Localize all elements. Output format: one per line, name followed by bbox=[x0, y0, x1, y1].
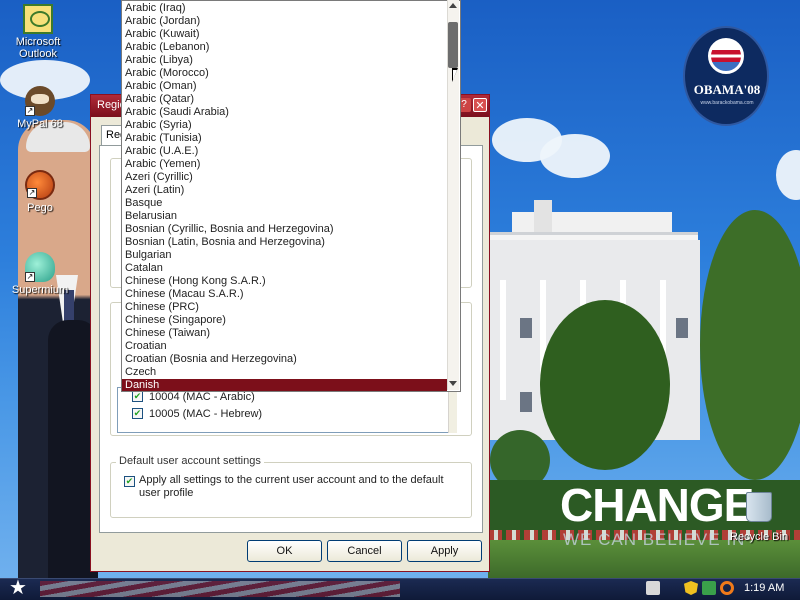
keyboard-icon[interactable] bbox=[646, 581, 660, 595]
list-item[interactable]: Basque bbox=[122, 197, 447, 210]
list-item[interactable]: Chinese (Taiwan) bbox=[122, 327, 447, 340]
white-house-window bbox=[520, 392, 532, 412]
list-item[interactable]: Arabic (Libya) bbox=[122, 54, 447, 67]
code-page-label: 10005 (MAC - Hebrew) bbox=[149, 407, 263, 420]
code-page-scrollbar[interactable] bbox=[448, 387, 457, 433]
list-item[interactable]: Azeri (Cyrillic) bbox=[122, 171, 447, 184]
list-item[interactable]: Chinese (Hong Kong S.A.R.) bbox=[122, 275, 447, 288]
list-item[interactable]: Chinese (Singapore) bbox=[122, 314, 447, 327]
cancel-button[interactable]: Cancel bbox=[327, 540, 402, 562]
list-item[interactable]: ✔ 10005 (MAC - Hebrew) bbox=[118, 405, 456, 422]
desktop-icon-outlook[interactable]: Microsoft Outlook bbox=[6, 4, 70, 60]
cloud bbox=[776, 150, 800, 200]
list-item[interactable]: Arabic (Qatar) bbox=[122, 93, 447, 106]
list-item[interactable]: Bosnian (Latin, Bosnia and Herzegovina) bbox=[122, 236, 447, 249]
list-item[interactable]: Arabic (Lebanon) bbox=[122, 41, 447, 54]
pego-icon: ↗ bbox=[25, 170, 55, 200]
list-item[interactable]: Bulgarian bbox=[122, 249, 447, 262]
list-item[interactable]: Chinese (PRC) bbox=[122, 301, 447, 314]
code-page-list[interactable]: ✔ 10004 (MAC - Arabic) ✔ 10005 (MAC - He… bbox=[117, 387, 457, 433]
list-item[interactable]: Arabic (U.A.E.) bbox=[122, 145, 447, 158]
list-item[interactable]: Arabic (Syria) bbox=[122, 119, 447, 132]
cloud bbox=[540, 134, 610, 178]
outlook-icon bbox=[23, 4, 53, 34]
white-house-column bbox=[500, 280, 506, 400]
change-tagline: WE CAN BELIEVE IN bbox=[563, 530, 746, 549]
obama-logo-url: www.barackobama.com bbox=[700, 100, 754, 106]
tree bbox=[540, 300, 670, 470]
recycle-bin-label[interactable]: Recycle Bin bbox=[730, 531, 788, 543]
language-dropdown-list[interactable]: Arabic (Iraq) Arabic (Jordan) Arabic (Ku… bbox=[121, 0, 461, 392]
desktop-icon-mypal[interactable]: ↗ MyPal 68 bbox=[8, 86, 72, 130]
list-item[interactable]: Czech bbox=[122, 366, 447, 379]
list-item[interactable]: Arabic (Tunisia) bbox=[122, 132, 447, 145]
white-house-window bbox=[676, 318, 688, 338]
list-item[interactable]: Arabic (Morocco) bbox=[122, 67, 447, 80]
apply-button[interactable]: Apply bbox=[407, 540, 482, 562]
clock[interactable]: 1:19 AM bbox=[744, 582, 784, 594]
list-item[interactable]: Croatian bbox=[122, 340, 447, 353]
desktop-icon-supermium[interactable]: ↗ Supermium bbox=[8, 252, 72, 296]
list-item[interactable]: Azeri (Latin) bbox=[122, 184, 447, 197]
desktop-icon-label: Microsoft Outlook bbox=[15, 36, 61, 60]
desktop-icon-label: MyPal 68 bbox=[17, 118, 63, 130]
list-item[interactable]: Croatian (Bosnia and Herzegovina) bbox=[122, 353, 447, 366]
shortcut-arrow-icon: ↗ bbox=[27, 188, 37, 198]
desktop-icon-pego[interactable]: ↗ Pego bbox=[8, 170, 72, 214]
list-item[interactable]: Arabic (Kuwait) bbox=[122, 28, 447, 41]
start-button[interactable]: ★ bbox=[4, 578, 32, 600]
list-item[interactable]: Arabic (Iraq) bbox=[122, 2, 447, 15]
shortcut-arrow-icon: ↗ bbox=[25, 106, 35, 116]
account-group-label: Default user account settings bbox=[116, 455, 264, 467]
scroll-up-arrow-icon[interactable] bbox=[449, 3, 457, 8]
checkbox[interactable]: ✔ bbox=[132, 391, 143, 402]
list-item[interactable]: Bosnian (Cyrillic, Bosnia and Herzegovin… bbox=[122, 223, 447, 236]
list-item[interactable]: Arabic (Jordan) bbox=[122, 15, 447, 28]
tree bbox=[700, 210, 800, 480]
scrollbar-thumb[interactable] bbox=[448, 22, 458, 68]
desktop-icon-label: Pego bbox=[27, 202, 53, 214]
list-item-selected[interactable]: Danish bbox=[122, 379, 447, 391]
mouse-cursor-fill bbox=[453, 70, 461, 80]
list-item[interactable]: Arabic (Oman) bbox=[122, 80, 447, 93]
scroll-down-arrow-icon[interactable] bbox=[449, 381, 457, 386]
list-item[interactable]: Catalan bbox=[122, 262, 447, 275]
search-icon[interactable] bbox=[720, 581, 734, 595]
ok-button[interactable]: OK bbox=[247, 540, 322, 562]
apply-all-label: Apply all settings to the current user a… bbox=[139, 474, 444, 499]
apply-all-checkbox[interactable]: ✔ bbox=[124, 476, 135, 487]
white-house-window bbox=[520, 318, 532, 338]
close-button[interactable]: ✕ bbox=[473, 98, 487, 112]
taskbar-flag-graphic bbox=[40, 581, 400, 597]
raccoon-icon: ↗ bbox=[25, 86, 55, 116]
change-headline: CHANGE bbox=[560, 479, 754, 531]
list-item[interactable]: Chinese (Macau S.A.R.) bbox=[122, 288, 447, 301]
recycle-bin-icon[interactable] bbox=[746, 492, 772, 522]
code-page-label: 10004 (MAC - Arabic) bbox=[149, 390, 255, 403]
shortcut-arrow-icon: ↗ bbox=[25, 272, 35, 282]
desktop-icon-label: Supermium bbox=[11, 284, 69, 296]
obama-o-emblem bbox=[708, 38, 744, 74]
obama-logo-text: OBAMA'08 bbox=[693, 82, 761, 97]
supermium-icon: ↗ bbox=[25, 252, 55, 282]
list-item[interactable]: Arabic (Yemen) bbox=[122, 158, 447, 171]
network-icon[interactable] bbox=[702, 581, 716, 595]
checkbox[interactable]: ✔ bbox=[132, 408, 143, 419]
list-item[interactable]: Belarusian bbox=[122, 210, 447, 223]
list-item[interactable]: Arabic (Saudi Arabia) bbox=[122, 106, 447, 119]
